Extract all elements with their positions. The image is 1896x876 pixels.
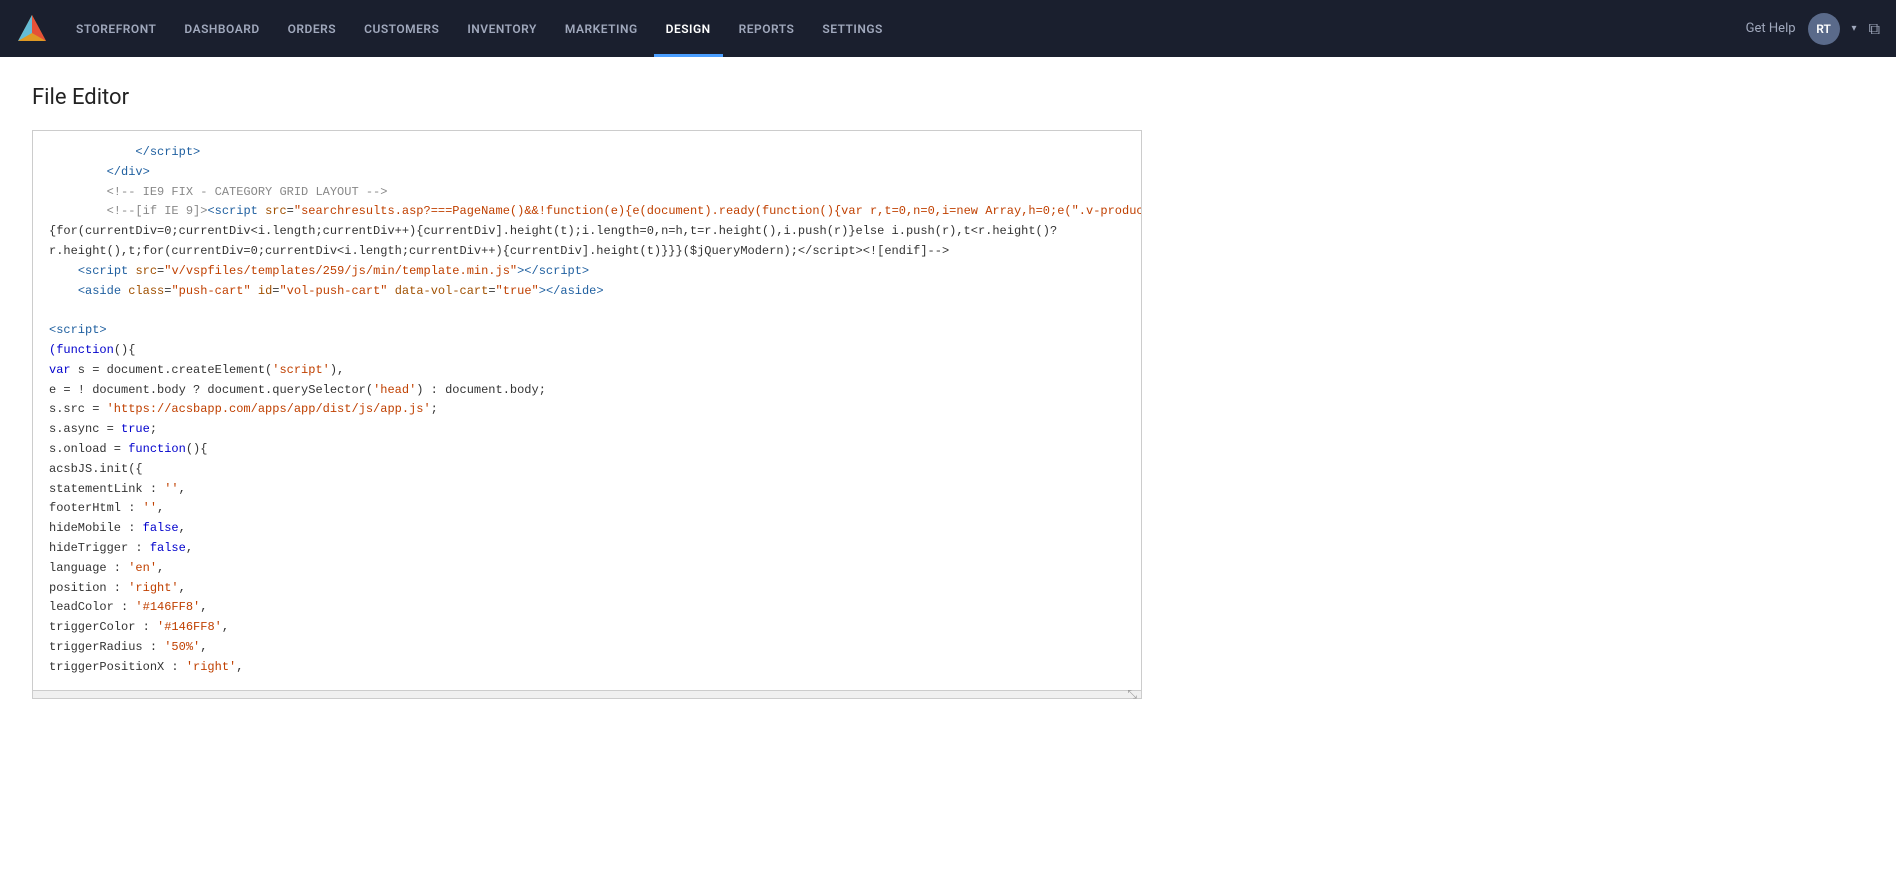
nav-marketing[interactable]: MARKETING (553, 0, 650, 57)
resize-icon: ⤡ (1127, 687, 1137, 702)
avatar[interactable]: RT (1808, 13, 1840, 45)
navbar: STOREFRONT DASHBOARD ORDERS CUSTOMERS IN… (0, 0, 1896, 57)
code-editor[interactable]: </script> </div> <!-- IE9 FIX - CATEGORY… (33, 131, 1141, 690)
nav-inventory[interactable]: INVENTORY (455, 0, 549, 57)
nav-dashboard[interactable]: DASHBOARD (172, 0, 271, 57)
nav-storefront[interactable]: STOREFRONT (64, 0, 168, 57)
page-content: File Editor </script> </div> <!-- IE9 FI… (0, 57, 1896, 876)
external-link-icon[interactable]: ⧉ (1869, 19, 1880, 39)
get-help-link[interactable]: Get Help (1746, 21, 1796, 36)
file-editor-container: </script> </div> <!-- IE9 FIX - CATEGORY… (32, 130, 1142, 699)
nav-customers[interactable]: CUSTOMERS (352, 0, 451, 57)
avatar-chevron-icon[interactable]: ▾ (1852, 23, 1857, 34)
nav-reports[interactable]: REPORTS (727, 0, 807, 57)
editor-resize-handle[interactable]: ⤡ (33, 690, 1141, 698)
nav-settings[interactable]: SETTINGS (810, 0, 895, 57)
brand-logo[interactable] (16, 13, 48, 45)
nav-right: Get Help RT ▾ ⧉ (1746, 13, 1880, 45)
nav-orders[interactable]: ORDERS (276, 0, 348, 57)
nav-design[interactable]: DESIGN (654, 0, 723, 57)
page-title: File Editor (32, 85, 1864, 110)
